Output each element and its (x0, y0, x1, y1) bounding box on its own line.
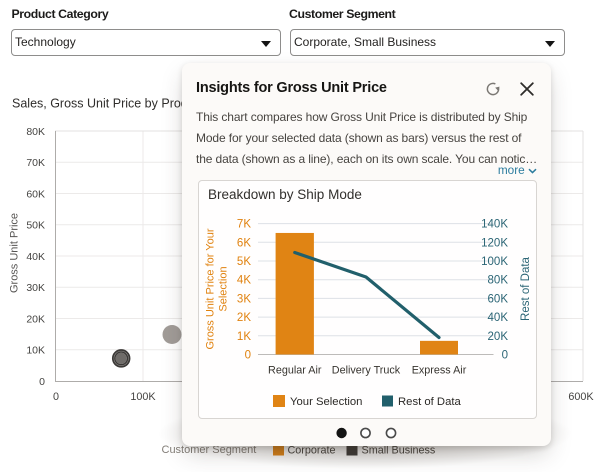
svg-text:0: 0 (39, 376, 45, 388)
svg-text:70K: 70K (26, 157, 45, 169)
svg-text:20K: 20K (26, 314, 45, 326)
svg-text:0: 0 (53, 391, 59, 403)
svg-text:1K: 1K (237, 331, 251, 343)
svg-text:Gross Unit Price: Gross Unit Price (9, 213, 21, 293)
svg-text:60K: 60K (26, 189, 45, 201)
svg-text:80K: 80K (26, 126, 45, 138)
svg-text:Rest of Data: Rest of Data (398, 396, 462, 408)
svg-text:Selection: Selection (218, 266, 230, 311)
svg-text:Regular Air: Regular Air (268, 365, 322, 377)
svg-text:140K: 140K (481, 219, 508, 231)
svg-text:7K: 7K (237, 219, 251, 231)
svg-text:Breakdown by Ship Mode: Breakdown by Ship Mode (208, 187, 362, 202)
svg-text:60K: 60K (488, 293, 509, 305)
svg-text:0: 0 (502, 350, 508, 362)
svg-text:Your Selection: Your Selection (290, 396, 362, 408)
svg-text:120K: 120K (481, 237, 508, 249)
svg-text:100K: 100K (481, 256, 508, 268)
svg-text:20K: 20K (488, 331, 509, 343)
svg-text:10K: 10K (26, 345, 45, 357)
svg-text:40K: 40K (488, 312, 509, 324)
svg-text:50K: 50K (26, 220, 45, 232)
svg-text:Rest of Data: Rest of Data (520, 256, 532, 321)
svg-text:Delivery Truck: Delivery Truck (332, 365, 401, 377)
svg-text:5K: 5K (237, 256, 251, 268)
svg-text:3K: 3K (237, 293, 251, 305)
svg-text:4K: 4K (237, 275, 251, 287)
svg-text:40K: 40K (26, 251, 45, 263)
svg-text:Gross Unit Price for Your: Gross Unit Price for Your (205, 228, 217, 349)
svg-text:6K: 6K (237, 237, 251, 249)
svg-text:0: 0 (245, 350, 251, 362)
svg-text:30K: 30K (26, 282, 45, 294)
svg-text:2K: 2K (237, 312, 251, 324)
svg-text:80K: 80K (488, 275, 509, 287)
svg-text:Express Air: Express Air (412, 365, 467, 377)
